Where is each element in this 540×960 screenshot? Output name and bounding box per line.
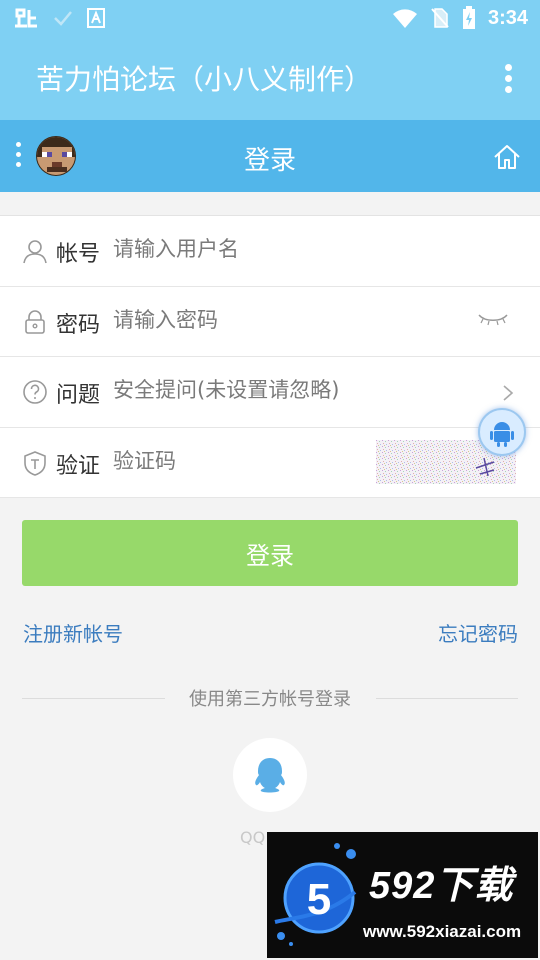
app-bar: 苦力怕论坛（小八义制作） xyxy=(0,36,540,120)
captcha-label: 验证 xyxy=(56,453,101,479)
third-party-divider-text: 使用第三方帐号登录 xyxy=(189,689,351,710)
password-input[interactable] xyxy=(113,307,443,332)
captcha-row: 验证 xyxy=(0,428,540,498)
user-icon xyxy=(23,240,47,264)
home-button[interactable] xyxy=(492,142,522,172)
watermark-brand: 592下载 xyxy=(369,865,514,907)
captcha-input[interactable] xyxy=(113,448,363,473)
watermark-overlay: 5 592下载 www.592xiazai.com xyxy=(267,832,538,958)
qq-login-button[interactable] xyxy=(233,738,307,812)
app-title: 苦力怕论坛（小八义制作） xyxy=(36,63,373,96)
no-sim-icon xyxy=(431,8,449,28)
question-row[interactable]: 问题 xyxy=(0,357,540,428)
username-label: 帐号 xyxy=(56,242,101,267)
status-right-icons: 3:34 xyxy=(392,6,528,30)
floating-assistant-button[interactable] xyxy=(478,408,526,456)
android-icon xyxy=(490,422,514,447)
battery-charging-icon xyxy=(462,6,475,29)
watermark-url: www.592xiazai.com xyxy=(363,922,522,941)
status-time: 3:34 xyxy=(487,6,528,29)
dot-icon xyxy=(504,64,512,71)
wifi-icon xyxy=(392,9,417,28)
login-button[interactable]: 登录 xyxy=(22,520,518,586)
lock-icon xyxy=(25,309,45,334)
qq-penguin-icon xyxy=(255,758,285,793)
qq-label: QQ xyxy=(240,828,266,847)
status-left-icons xyxy=(14,6,106,30)
overflow-menu-button[interactable] xyxy=(504,64,512,94)
watermark-logo-icon: 5 xyxy=(274,843,357,946)
shield-icon xyxy=(24,450,46,476)
check-icon xyxy=(54,11,72,26)
help-circle-icon xyxy=(23,380,47,404)
login-form: 帐号 密码 问题 验证 xyxy=(0,215,540,498)
username-row: 帐号 xyxy=(0,216,540,287)
question-label: 问题 xyxy=(56,383,101,408)
username-input[interactable] xyxy=(113,237,443,261)
sub-header: 登录 xyxy=(0,120,540,192)
dot-icon xyxy=(504,86,512,93)
eye-closed-icon[interactable] xyxy=(476,309,510,331)
watermark-logo-digit: 5 xyxy=(307,875,331,924)
forgot-password-link[interactable]: 忘记密码 xyxy=(438,618,518,647)
security-question-select[interactable] xyxy=(113,378,443,402)
status-bar: 3:34 xyxy=(0,0,540,36)
page-title: 登录 xyxy=(243,146,296,176)
translate-icon xyxy=(87,8,105,28)
app-notification-icon xyxy=(15,8,37,28)
dot-icon xyxy=(504,75,512,82)
password-row: 密码 xyxy=(0,287,540,357)
home-icon xyxy=(494,145,520,169)
password-label: 密码 xyxy=(56,312,101,338)
register-link[interactable]: 注册新帐号 xyxy=(23,618,123,647)
chevron-right-icon xyxy=(503,385,514,401)
